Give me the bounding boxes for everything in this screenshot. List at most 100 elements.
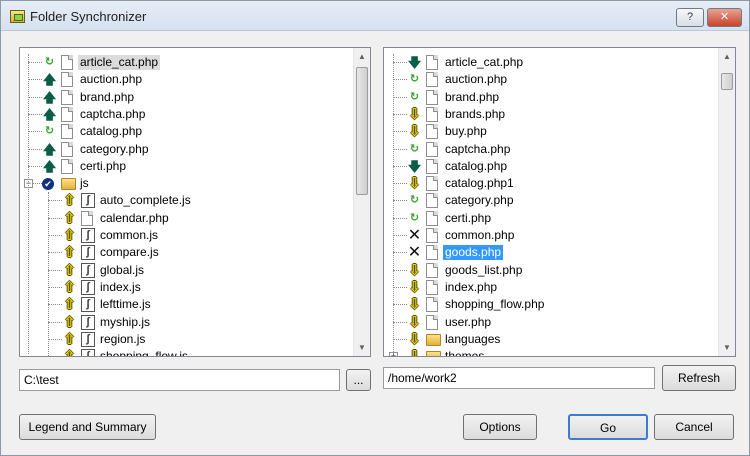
tree-item[interactable]: 🡅 auction.php — [20, 71, 350, 88]
yellow-up-arrow-icon[interactable]: ⇧ — [62, 315, 77, 330]
tree-item[interactable]: ⇧ ʃ auto_complete.js — [20, 192, 350, 209]
sync-arrows-icon[interactable]: ↻ — [407, 90, 422, 105]
tree-item[interactable]: 🡇 catalog.php — [384, 158, 714, 175]
tree-item-label[interactable]: goods_list.php — [443, 263, 524, 278]
tree-item-label[interactable]: auction.php — [443, 72, 509, 87]
check-circle-icon[interactable]: ✔ — [42, 178, 54, 191]
sync-arrows-icon[interactable]: ↻ — [407, 211, 422, 226]
yellow-down-arrow-icon[interactable]: ⇩ — [407, 107, 422, 122]
green-up-arrow-icon[interactable]: 🡅 — [42, 142, 57, 157]
tree-item-label[interactable]: shopping_flow.js — [98, 349, 190, 356]
tree-item[interactable]: ⇩ shopping_flow.php — [384, 296, 714, 313]
tree-item[interactable]: ⇧ ʃ region.js — [20, 331, 350, 348]
scroll-up-arrow-icon[interactable]: ▲ — [354, 48, 370, 65]
yellow-up-arrow-icon[interactable]: ⇧ — [62, 245, 77, 260]
tree-item-label[interactable]: region.js — [98, 332, 147, 347]
tree-item-label[interactable]: catalog.php — [443, 159, 509, 174]
green-up-arrow-icon[interactable]: 🡅 — [42, 72, 57, 87]
tree-item[interactable]: +⇩themes — [384, 348, 714, 356]
cancel-button[interactable]: Cancel — [654, 414, 734, 440]
tree-item-label[interactable]: goods.php — [443, 245, 504, 261]
scroll-thumb[interactable] — [356, 67, 368, 195]
tree-item[interactable]: ↻ captcha.php — [384, 141, 714, 158]
tree-item-label[interactable]: category.php — [443, 193, 516, 208]
green-up-arrow-icon[interactable]: 🡅 — [42, 107, 57, 122]
tree-item-label[interactable]: buy.php — [443, 124, 489, 139]
tree-item[interactable]: ↻ certi.php — [384, 210, 714, 227]
yellow-down-arrow-icon[interactable]: ⇩ — [407, 280, 422, 295]
yellow-down-arrow-icon[interactable]: ⇩ — [407, 124, 422, 139]
tree-item[interactable]: ↻ brand.php — [384, 89, 714, 106]
tree-item[interactable]: ↻ catalog.php — [20, 123, 350, 140]
tree-item-label[interactable]: themes — [443, 349, 486, 356]
tree-item-label[interactable]: captcha.php — [78, 107, 147, 122]
sync-arrows-icon[interactable]: ↻ — [407, 142, 422, 157]
scroll-thumb[interactable] — [721, 73, 733, 90]
green-down-arrow-icon[interactable]: 🡇 — [407, 159, 422, 174]
tree-item[interactable]: ✕ goods.php — [384, 244, 714, 261]
refresh-button[interactable]: Refresh — [662, 365, 736, 391]
scroll-down-arrow-icon[interactable]: ▼ — [719, 339, 735, 356]
tree-item[interactable]: ⇧ calendar.php — [20, 210, 350, 227]
tree-item[interactable]: 🡅 brand.php — [20, 89, 350, 106]
tree-item-label[interactable]: certi.php — [78, 159, 128, 174]
tree-item[interactable]: ⇧ ʃ index.js — [20, 279, 350, 296]
tree-item-label[interactable]: user.php — [443, 315, 493, 330]
tree-item[interactable]: ↻ auction.php — [384, 71, 714, 88]
legend-and-summary-button[interactable]: Legend and Summary — [19, 414, 156, 440]
options-button[interactable]: Options — [463, 414, 537, 440]
go-button[interactable]: Go — [568, 414, 648, 440]
tree-item[interactable]: ✕ common.php — [384, 227, 714, 244]
tree-item[interactable]: ⇧ ʃshopping_flow.js — [20, 348, 350, 356]
tree-item[interactable]: ⇩ goods_list.php — [384, 262, 714, 279]
sync-arrows-icon[interactable]: ↻ — [42, 124, 57, 139]
tree-item-label[interactable]: lefttime.js — [98, 297, 153, 312]
delete-x-icon[interactable]: ✕ — [407, 228, 422, 244]
tree-item-label[interactable]: certi.php — [443, 211, 493, 226]
tree-item[interactable]: ⇩ brands.php — [384, 106, 714, 123]
yellow-up-arrow-icon[interactable]: ⇧ — [62, 211, 77, 226]
tree-item-label[interactable]: catalog.php — [78, 124, 144, 139]
tree-item-label[interactable]: article_cat.php — [443, 55, 525, 70]
tree-item-label[interactable]: common.php — [443, 228, 516, 243]
left-path-field[interactable]: C:\test — [19, 369, 340, 391]
right-folder-tree[interactable]: 🡇 article_cat.php ↻ auction.php ↻ brand.php ⇩ b… — [383, 47, 736, 357]
sync-arrows-icon[interactable]: ↻ — [42, 55, 57, 70]
tree-item-label[interactable]: brands.php — [443, 107, 507, 122]
tree-item[interactable]: ⇧ ʃ global.js — [20, 262, 350, 279]
tree-item-label[interactable]: brand.php — [78, 90, 136, 105]
delete-x-icon[interactable]: ✕ — [407, 245, 422, 261]
tree-item[interactable]: 🡅 certi.php — [20, 158, 350, 175]
tree-item-label[interactable]: global.js — [98, 263, 146, 278]
right-path-field[interactable]: /home/work2 — [383, 367, 655, 389]
tree-item-label[interactable]: captcha.php — [443, 142, 512, 157]
right-scrollbar[interactable]: ▲ ▼ — [718, 48, 735, 356]
tree-item[interactable]: ⇧ ʃ compare.js — [20, 244, 350, 261]
left-folder-tree[interactable]: ↻ article_cat.php 🡅 auction.php 🡅 brand.php 🡅 c… — [19, 47, 371, 357]
browse-button[interactable]: ... — [346, 369, 371, 391]
yellow-down-arrow-icon[interactable]: ⇩ — [407, 263, 422, 278]
tree-item-label[interactable]: index.js — [98, 280, 143, 295]
green-down-arrow-icon[interactable]: 🡇 — [407, 55, 422, 70]
tree-item-label[interactable]: shopping_flow.php — [443, 297, 546, 312]
yellow-up-arrow-icon[interactable]: ⇧ — [62, 263, 77, 278]
scroll-up-arrow-icon[interactable]: ▲ — [719, 48, 735, 65]
sync-arrows-icon[interactable]: ↻ — [407, 72, 422, 87]
tree-item-label[interactable]: languages — [443, 332, 502, 347]
yellow-up-arrow-icon[interactable]: ⇧ — [62, 193, 77, 208]
tree-item[interactable]: 🡅 category.php — [20, 141, 350, 158]
tree-item-label[interactable]: auto_complete.js — [98, 193, 193, 208]
tree-item-label[interactable]: calendar.php — [98, 211, 171, 226]
tree-item[interactable]: ⇧ ʃ myship.js — [20, 314, 350, 331]
yellow-down-arrow-icon[interactable]: ⇩ — [407, 332, 422, 347]
green-up-arrow-icon[interactable]: 🡅 — [42, 90, 57, 105]
sync-arrows-icon[interactable]: ↻ — [407, 193, 422, 208]
tree-item[interactable]: 🡅 captcha.php — [20, 106, 350, 123]
tree-item-label[interactable]: article_cat.php — [78, 55, 161, 70]
yellow-up-arrow-icon[interactable]: ⇧ — [62, 332, 77, 347]
tree-item[interactable]: − ✔ js — [20, 175, 350, 192]
tree-item-label[interactable]: index.php — [443, 280, 499, 295]
tree-item[interactable]: ⇩ index.php — [384, 279, 714, 296]
green-up-arrow-icon[interactable]: 🡅 — [42, 159, 57, 174]
tree-item[interactable]: ⇩ languages — [384, 331, 714, 348]
